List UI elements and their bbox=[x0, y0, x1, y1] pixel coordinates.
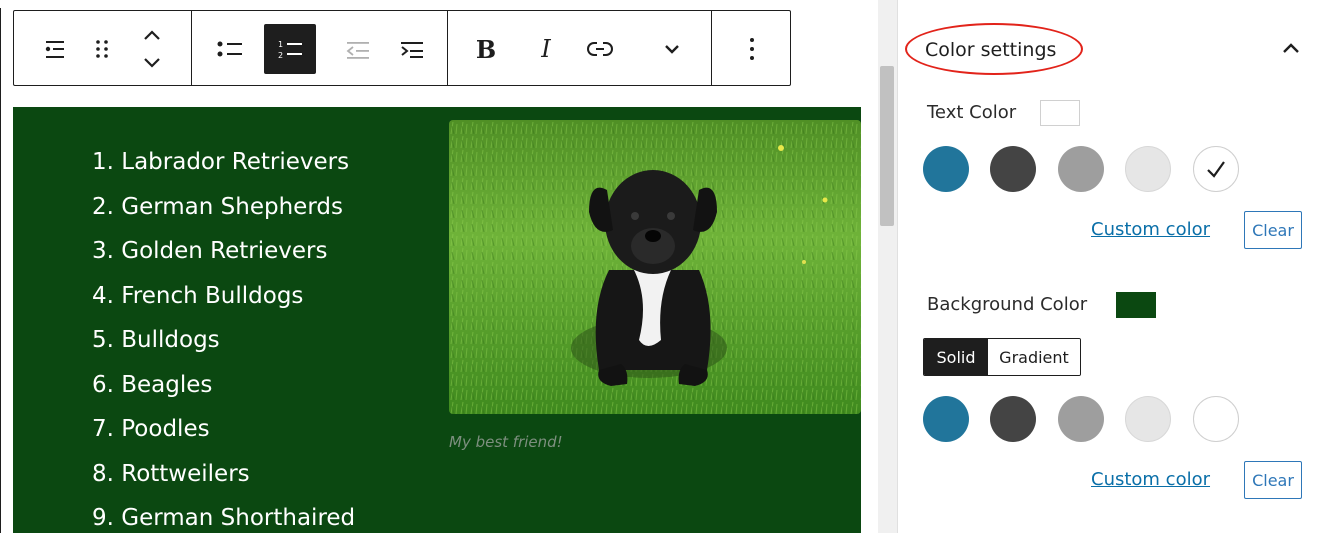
italic-icon[interactable]: I bbox=[520, 23, 572, 75]
settings-panel: Color settings Text Color Custom color C… bbox=[898, 0, 1320, 533]
svg-text:1: 1 bbox=[278, 40, 283, 49]
panel-title[interactable]: Color settings bbox=[925, 39, 1056, 61]
text-color-indicator bbox=[1040, 100, 1080, 126]
text-color-label: Text Color bbox=[927, 102, 1017, 123]
editor-left-edge bbox=[0, 8, 1, 533]
list-item[interactable]: 7. Poodles bbox=[92, 411, 355, 456]
italic-label: I bbox=[541, 35, 551, 63]
color-swatch-white[interactable] bbox=[1193, 146, 1239, 192]
more-formatting-chevron-icon[interactable] bbox=[646, 23, 698, 75]
link-icon[interactable] bbox=[574, 23, 626, 75]
background-color-label: Background Color bbox=[927, 294, 1088, 315]
list-item[interactable]: 9. German Shorthaired bbox=[92, 500, 355, 545]
text-custom-color-link[interactable]: Custom color bbox=[1091, 219, 1210, 240]
bg-swatch-light-gray[interactable] bbox=[1125, 396, 1171, 442]
toolbar-separator bbox=[447, 11, 448, 85]
list-item[interactable]: 3. Golden Retrievers bbox=[92, 233, 355, 278]
toolbar-separator bbox=[711, 11, 712, 85]
image-caption[interactable]: My best friend! bbox=[449, 433, 563, 451]
list-item[interactable]: 2. German Shepherds bbox=[92, 189, 355, 234]
list-item[interactable]: 8. Rottweilers bbox=[92, 456, 355, 501]
color-swatch-gray[interactable] bbox=[1058, 146, 1104, 192]
chevron-up-icon[interactable] bbox=[1280, 38, 1302, 60]
background-custom-color-link[interactable]: Custom color bbox=[1091, 469, 1210, 490]
block-toolbar: 12 B I bbox=[13, 10, 791, 86]
text-color-clear-button[interactable]: Clear bbox=[1244, 211, 1302, 249]
bg-swatch-white[interactable] bbox=[1193, 396, 1239, 442]
color-swatch-blue[interactable] bbox=[923, 146, 969, 192]
more-options-icon[interactable] bbox=[726, 23, 778, 75]
puppy-photo[interactable] bbox=[449, 120, 861, 414]
outdent-icon[interactable] bbox=[332, 23, 384, 75]
unordered-list-icon[interactable] bbox=[204, 23, 256, 75]
scrollbar-thumb[interactable] bbox=[880, 66, 894, 226]
bg-swatch-gray[interactable] bbox=[1058, 396, 1104, 442]
svg-text:2: 2 bbox=[278, 51, 283, 60]
bg-swatch-blue[interactable] bbox=[923, 396, 969, 442]
background-color-clear-button[interactable]: Clear bbox=[1244, 461, 1302, 499]
move-up-down-icon[interactable] bbox=[126, 23, 178, 75]
bold-icon[interactable]: B bbox=[460, 23, 512, 75]
bg-swatch-dark-gray[interactable] bbox=[990, 396, 1036, 442]
solid-tab[interactable]: Solid bbox=[924, 339, 988, 375]
checkmark-icon bbox=[1207, 161, 1225, 178]
list-item[interactable]: 1. Labrador Retrievers bbox=[92, 144, 355, 189]
drag-handle-icon[interactable] bbox=[76, 23, 128, 75]
toolbar-separator bbox=[191, 11, 192, 85]
list-item[interactable]: 4. French Bulldogs bbox=[92, 278, 355, 323]
indent-icon[interactable] bbox=[386, 23, 438, 75]
ordered-dog-list[interactable]: 1. Labrador Retrievers 2. German Shepher… bbox=[92, 144, 355, 545]
gradient-tab[interactable]: Gradient bbox=[988, 339, 1080, 375]
editor-canvas: 12 B I 1. Labrador Retrievers 2. German … bbox=[0, 0, 878, 533]
ordered-list-icon[interactable]: 12 bbox=[264, 24, 316, 74]
background-color-indicator bbox=[1116, 292, 1156, 318]
color-swatch-light-gray[interactable] bbox=[1125, 146, 1171, 192]
list-block-icon[interactable] bbox=[30, 23, 82, 75]
list-item[interactable]: 6. Beagles bbox=[92, 367, 355, 412]
background-type-toggle[interactable]: Solid Gradient bbox=[923, 338, 1081, 376]
color-swatch-dark-gray[interactable] bbox=[990, 146, 1036, 192]
list-item[interactable]: 5. Bulldogs bbox=[92, 322, 355, 367]
bold-label: B bbox=[475, 34, 497, 64]
list-group-block[interactable]: 1. Labrador Retrievers 2. German Shepher… bbox=[13, 107, 861, 533]
